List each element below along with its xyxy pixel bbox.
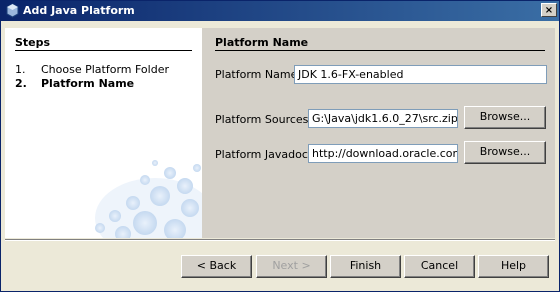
platform-sources-label: Platform Sources:	[215, 113, 313, 126]
step-platform-name: 2. Platform Name	[15, 77, 134, 90]
close-button[interactable]: ×	[541, 3, 557, 17]
platform-sources-field[interactable]: G:\Java\jdk1.6.0_27\src.zip	[308, 109, 458, 128]
window-title: Add Java Platform	[23, 4, 135, 17]
decorative-bubbles-image	[95, 160, 202, 238]
step-number: 1.	[15, 63, 26, 76]
panel-divider	[215, 50, 545, 51]
java-platform-icon	[6, 3, 19, 18]
step-label: Choose Platform Folder	[41, 63, 169, 76]
steps-divider	[15, 50, 192, 51]
browse-javadoc-button[interactable]: Browse...	[464, 141, 546, 164]
finish-button[interactable]: Finish	[330, 255, 401, 278]
title-bar[interactable]: Add Java Platform ×	[1, 1, 559, 21]
back-button[interactable]: < Back	[181, 255, 252, 278]
steps-heading: Steps	[15, 36, 51, 49]
steps-panel: Steps 1. Choose Platform Folder 2. Platfor…	[5, 28, 202, 238]
browse-sources-button[interactable]: Browse...	[464, 106, 546, 129]
platform-name-field[interactable]: JDK 1.6-FX-enabled	[294, 65, 547, 84]
platform-javadoc-field[interactable]: http://download.oracle.com/ja	[308, 144, 458, 163]
button-bar-divider	[5, 239, 555, 241]
next-button[interactable]: Next >	[256, 255, 327, 278]
cancel-button[interactable]: Cancel	[404, 255, 475, 278]
step-number: 2.	[15, 77, 27, 90]
step-label: Platform Name	[41, 77, 135, 90]
platform-javadoc-label: Platform Javadoc:	[215, 148, 312, 161]
platform-name-label: Platform Name:	[215, 68, 302, 81]
step-choose-platform-folder: 1. Choose Platform Folder	[15, 63, 169, 76]
help-button[interactable]: Help	[478, 255, 549, 278]
wizard-content: Steps 1. Choose Platform Folder 2. Platfor…	[5, 28, 555, 238]
platform-name-panel: Platform Name Platform Name: JDK 1.6-FX-…	[212, 28, 555, 238]
add-java-platform-dialog: Add Java Platform × Steps 1. Choose Platf…	[0, 0, 560, 292]
panel-heading: Platform Name	[215, 36, 309, 49]
